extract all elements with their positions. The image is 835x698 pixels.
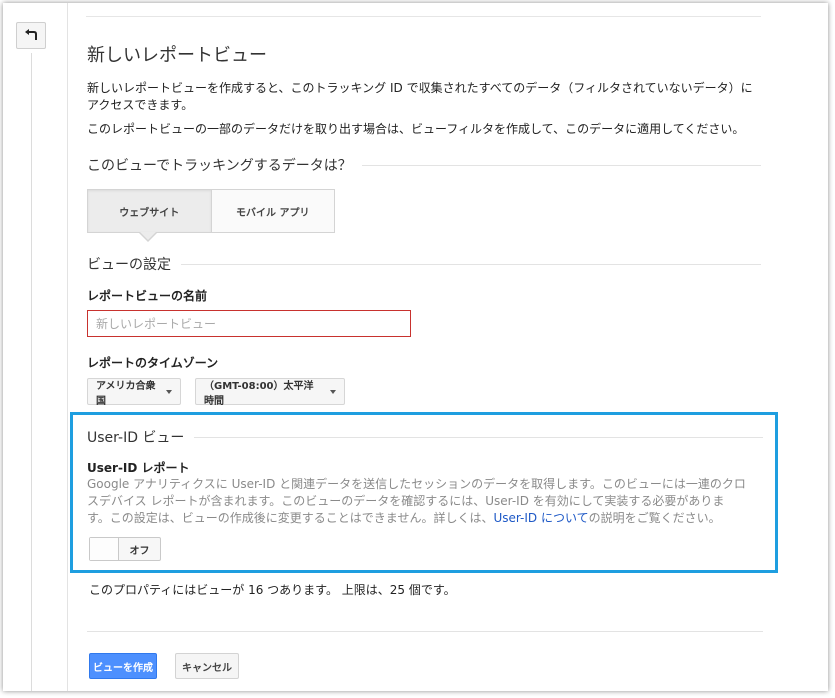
user-id-report-label: User-ID レポート (87, 461, 190, 475)
chevron-down-icon (330, 389, 336, 394)
user-id-toggle[interactable]: オフ (89, 537, 161, 561)
view-name-input[interactable] (87, 310, 411, 337)
rail-line (31, 53, 32, 691)
option-mobile-app[interactable]: モバイル アプリ (211, 190, 334, 232)
divider (181, 263, 761, 265)
intro-text-2: このレポートビューの一部のデータだけを取り出す場合は、ビューフィルタを作成して、… (87, 122, 745, 136)
divider (361, 164, 761, 166)
tracking-type-selector: ウェブサイト モバイル アプリ (87, 189, 335, 233)
toggle-state-label: オフ (129, 545, 150, 557)
country-select-value: アメリカ合衆国 (96, 380, 156, 407)
user-id-description: Google アナリティクスに User-ID と関連データを送信したセッション… (87, 476, 747, 527)
intro-text-1: 新しいレポートビューを作成すると、このトラッキング ID で収集されたすべてのデ… (87, 81, 753, 112)
view-settings-heading: ビューの設定 (87, 254, 761, 274)
divider (194, 436, 763, 438)
back-button[interactable] (16, 22, 46, 49)
timezone-select[interactable]: （GMT-08:00）太平洋時間 (195, 378, 345, 407)
user-id-help-link[interactable]: User-ID について (493, 511, 588, 525)
view-settings-heading-text: ビューの設定 (87, 257, 171, 273)
toggle-knob (90, 538, 119, 560)
tracking-heading-text: このビューでトラッキングするデータは？ (87, 158, 352, 174)
option-website[interactable]: ウェブサイト (88, 190, 212, 232)
create-view-button[interactable]: ビューを作成 (89, 653, 157, 679)
chevron-down-icon (166, 389, 172, 394)
user-id-heading: User-ID ビュー (87, 427, 763, 447)
user-id-desc-tail: の説明をご覧ください。 (588, 511, 721, 525)
page-title: 新しいレポートビュー (87, 45, 267, 66)
footer-divider (87, 631, 763, 632)
timezone-select-value: （GMT-08:00）太平洋時間 (204, 380, 314, 407)
left-rail (3, 3, 68, 691)
page-frame: 新しいレポートビュー 新しいレポートビューを作成すると、このトラッキング ID … (3, 3, 828, 691)
timezone-label: レポートのタイムゾーン (87, 356, 219, 370)
top-divider (86, 16, 761, 17)
view-name-label: レポートビューの名前 (87, 289, 208, 303)
view-quota-text: このプロパティにはビューが 16 つあります。 上限は、25 個です。 (89, 583, 456, 597)
selected-indicator (140, 232, 156, 240)
cancel-button[interactable]: キャンセル (175, 653, 239, 679)
back-arrow-icon (24, 26, 38, 45)
tracking-section-heading: このビューでトラッキングするデータは？ (87, 155, 761, 175)
country-select[interactable]: アメリカ合衆国 (87, 378, 181, 407)
user-id-heading-text: User-ID ビュー (87, 430, 185, 446)
